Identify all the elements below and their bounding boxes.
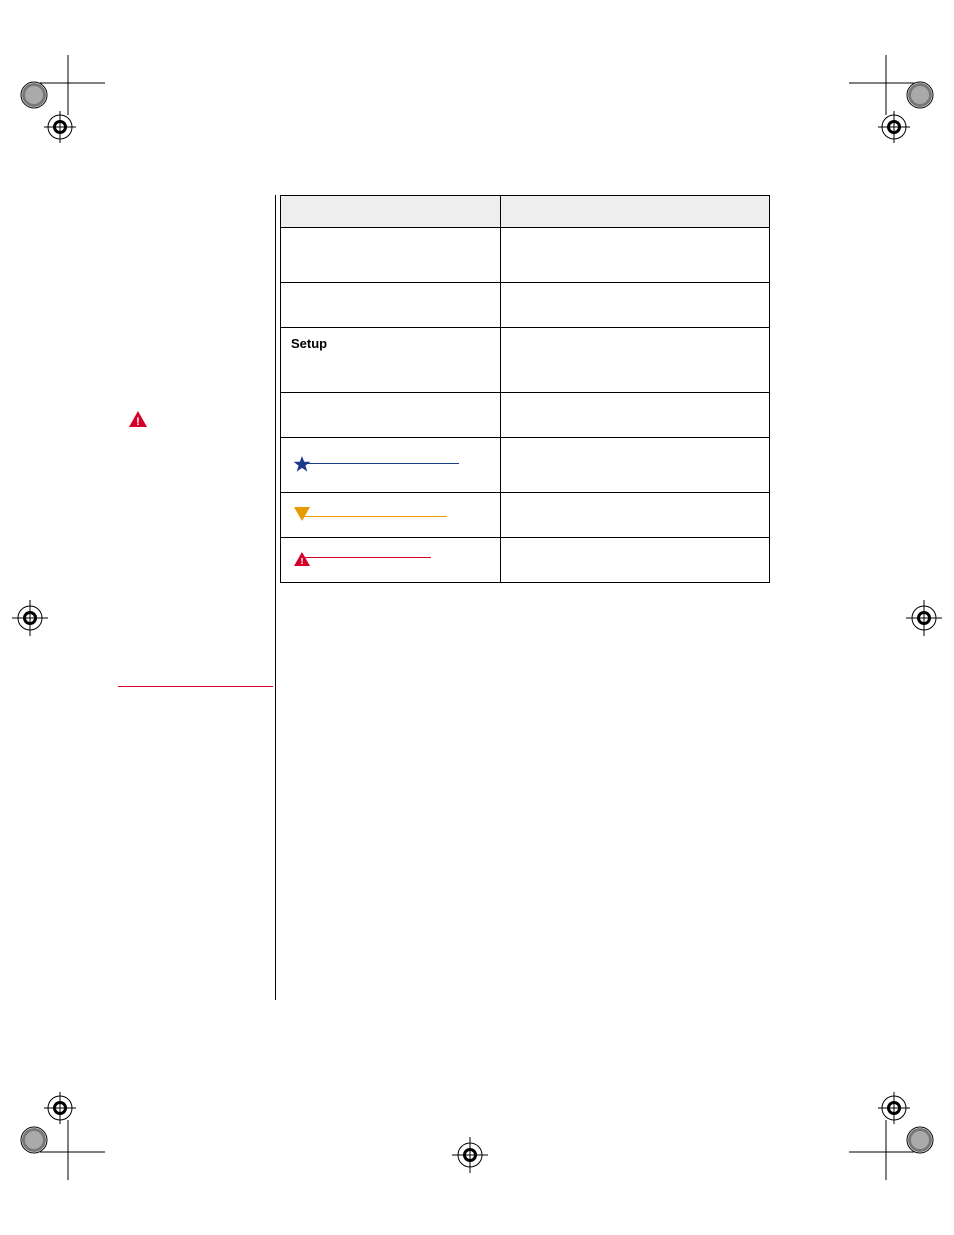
- crop-mark-bottom-mid: [450, 1135, 490, 1175]
- table-cell: [501, 393, 770, 438]
- crop-mark-bottom-right: [844, 1090, 934, 1180]
- setup-label: Setup: [291, 336, 327, 351]
- orange-underline: [301, 516, 447, 517]
- vertical-divider: [275, 195, 276, 1000]
- sidebar-red-underline: [118, 686, 273, 687]
- table-cell: [281, 228, 501, 283]
- crop-mark-top-left: [20, 55, 110, 145]
- star-cell: [281, 438, 501, 493]
- table-cell: [501, 328, 770, 393]
- conventions-table: Setup: [280, 195, 770, 583]
- table-cell: [501, 493, 770, 538]
- blue-underline: [301, 463, 459, 464]
- crop-mark-left-mid: [10, 598, 50, 638]
- table-row-important: [281, 438, 770, 493]
- table-cell: [501, 228, 770, 283]
- crop-mark-top-right: [844, 55, 934, 145]
- table-header-col2: [501, 196, 770, 228]
- table-header-row: [281, 196, 770, 228]
- table-row-warning: !: [281, 538, 770, 583]
- sidebar-warning-icon: !: [128, 410, 148, 433]
- table-cell: [501, 538, 770, 583]
- table-cell: [501, 283, 770, 328]
- triangle-cell: [281, 493, 501, 538]
- crop-mark-right-mid: [904, 598, 944, 638]
- table-row-setup: Setup: [281, 328, 770, 393]
- table-row: [281, 393, 770, 438]
- table-cell: [501, 438, 770, 493]
- table-cell: [281, 393, 501, 438]
- star-icon: [293, 455, 311, 476]
- table-row: [281, 283, 770, 328]
- red-underline: [301, 557, 431, 558]
- warning-cell: !: [281, 538, 501, 583]
- table-row: [281, 228, 770, 283]
- warning-icon: !: [293, 551, 311, 570]
- crop-mark-bottom-left: [20, 1090, 110, 1180]
- caution-triangle-icon: [293, 506, 311, 525]
- table-header-col1: [281, 196, 501, 228]
- setup-cell: Setup: [281, 328, 501, 393]
- table-cell: [281, 283, 501, 328]
- svg-text:!: !: [136, 416, 140, 428]
- main-table-area: Setup: [280, 195, 770, 583]
- table-row-caution: [281, 493, 770, 538]
